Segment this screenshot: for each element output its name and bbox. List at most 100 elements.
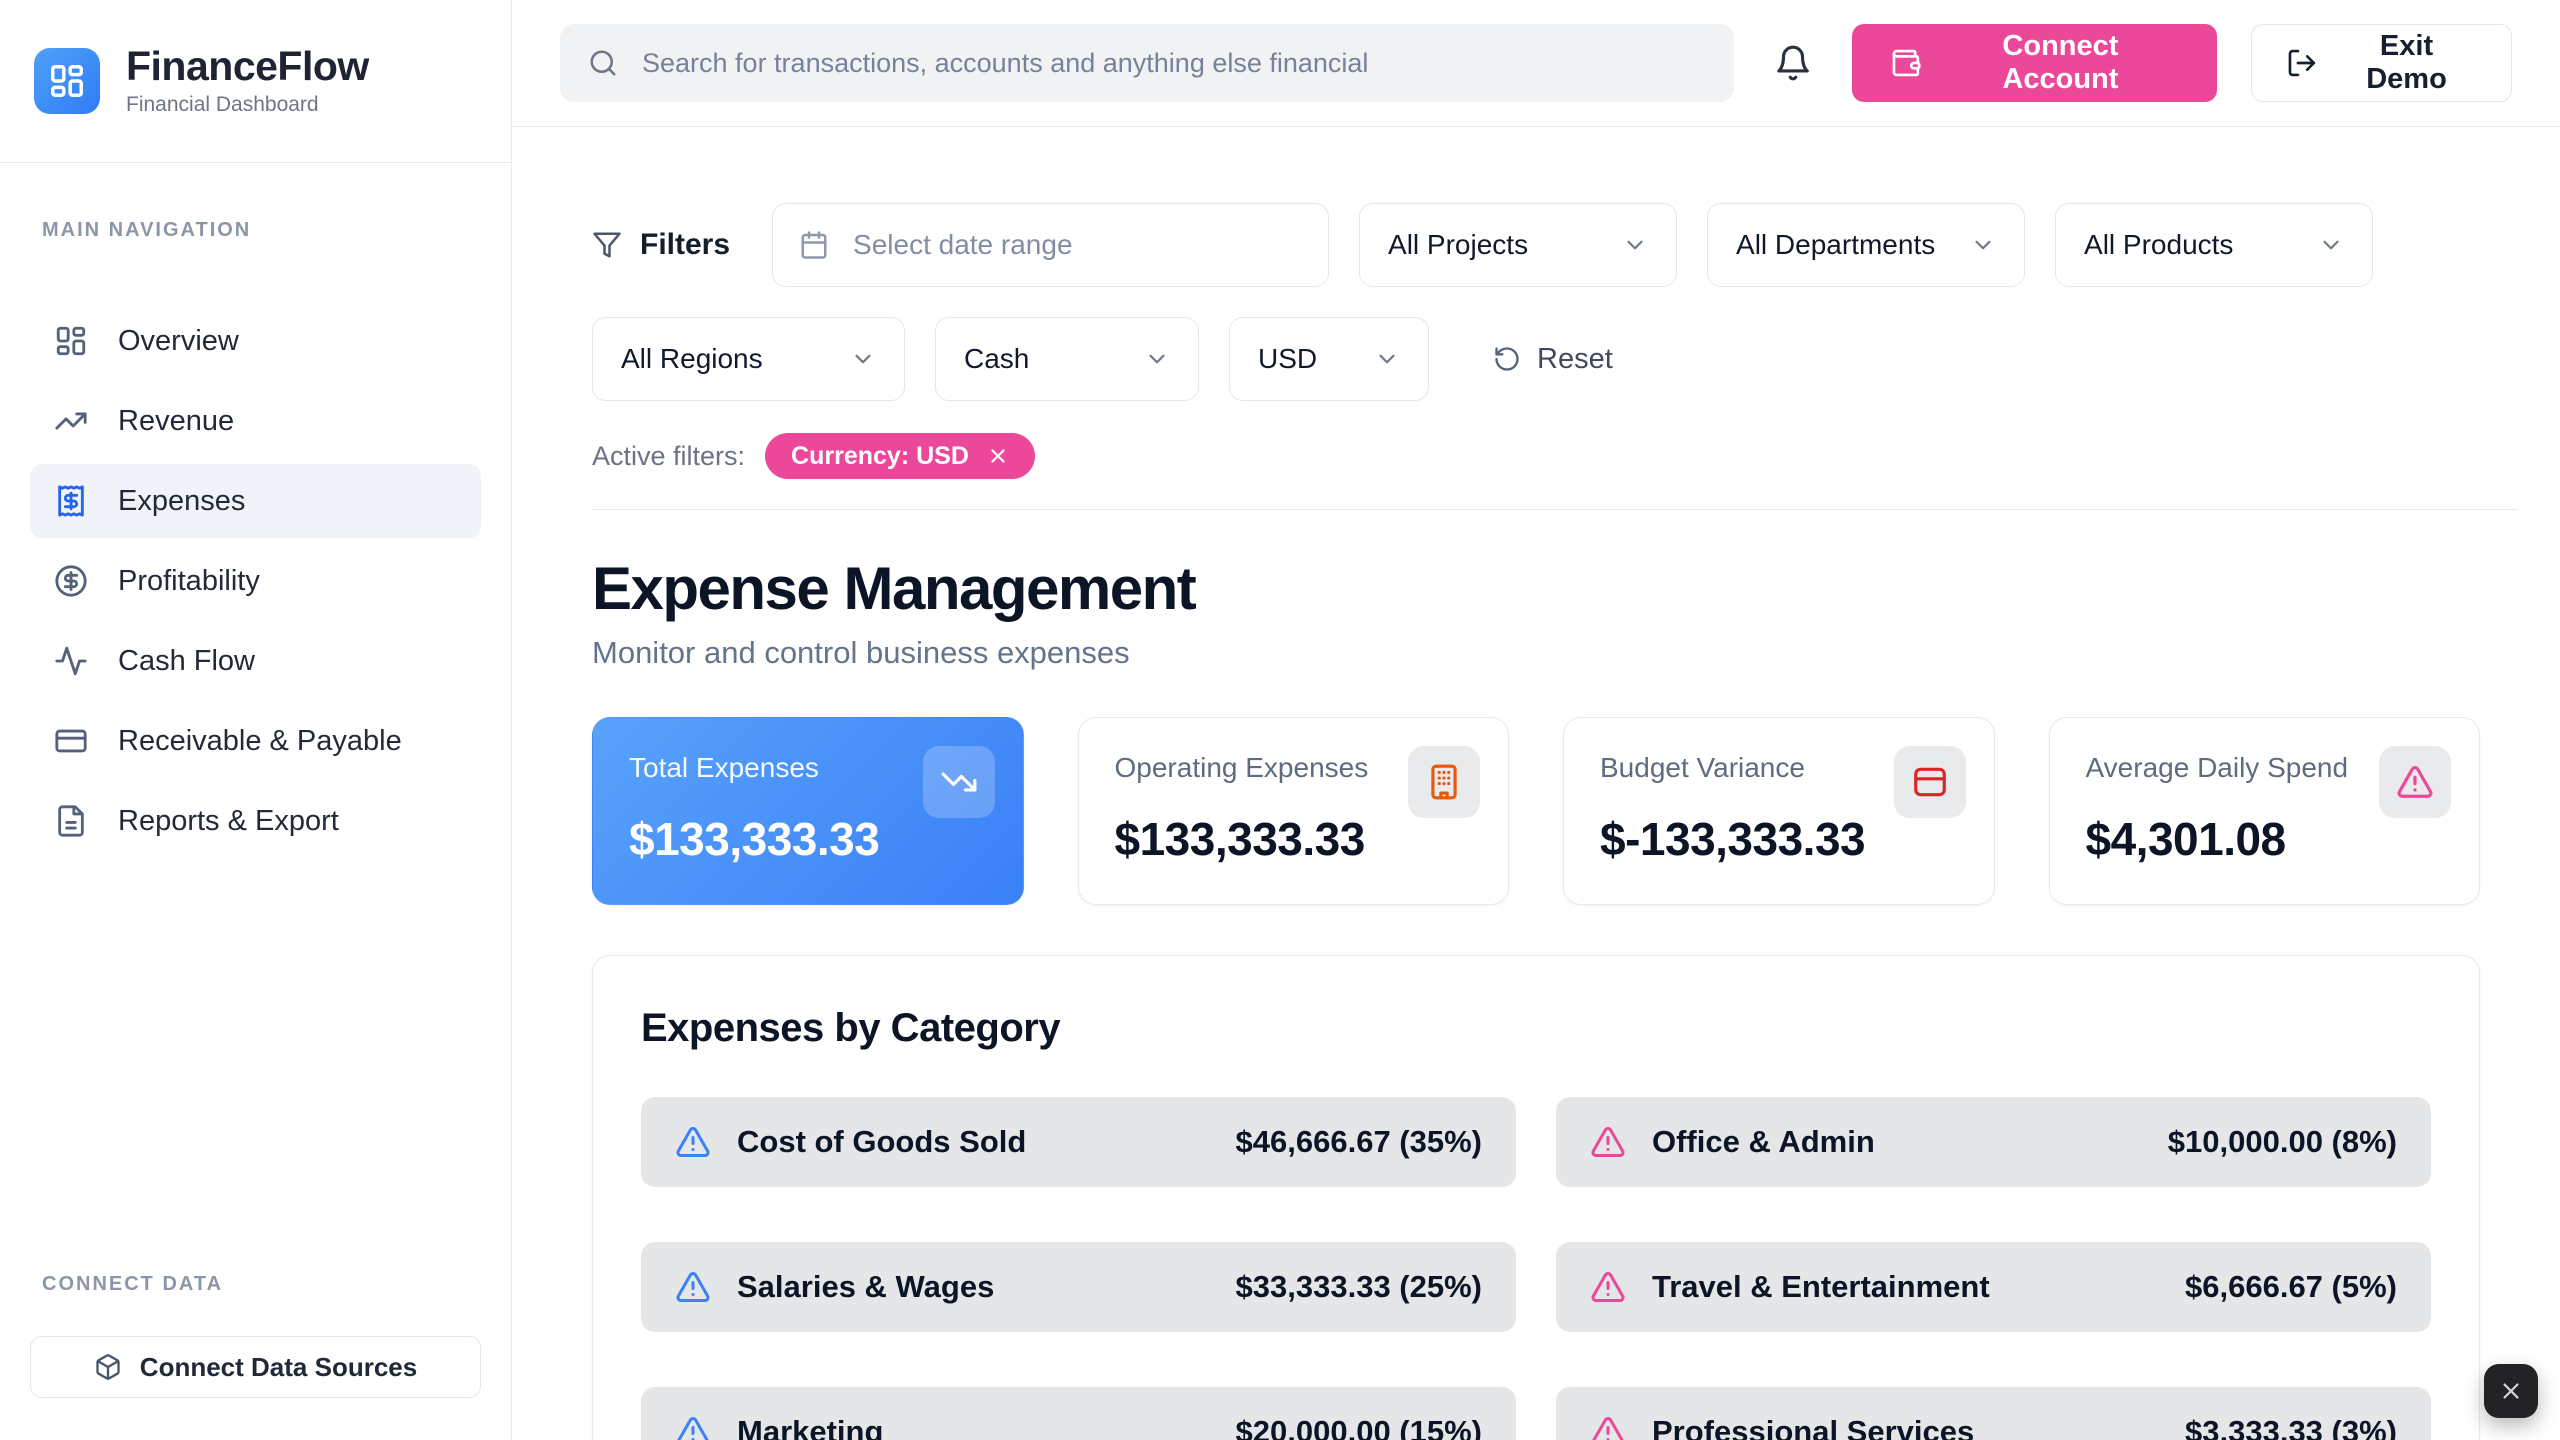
- close-icon: [2498, 1378, 2524, 1404]
- date-range-field[interactable]: [772, 203, 1329, 287]
- projects-select[interactable]: All Projects: [1359, 203, 1677, 287]
- category-name: Professional Services: [1652, 1414, 2159, 1440]
- stat-card-budget-variance: Budget Variance $-133,333.33: [1563, 717, 1995, 905]
- category-value: $6,666.67 (5%): [2185, 1269, 2397, 1305]
- currency-select[interactable]: USD: [1229, 317, 1429, 401]
- category-name: Marketing: [737, 1414, 1210, 1440]
- category-section-title: Expenses by Category: [641, 1006, 2431, 1051]
- chevron-down-icon: [1970, 232, 1996, 258]
- connect-data-sources-button[interactable]: Connect Data Sources: [30, 1336, 481, 1398]
- search-input[interactable]: [640, 47, 1706, 80]
- main-navigation: MAIN NAVIGATION Overview Revenue Expense…: [0, 163, 511, 1273]
- reset-filters-button[interactable]: Reset: [1487, 342, 1619, 377]
- category-row-salaries-wages: Salaries & Wages $33,333.33 (25%): [641, 1242, 1516, 1332]
- cube-icon: [94, 1353, 122, 1381]
- category-row-cost-of-goods-sold: Cost of Goods Sold $46,666.67 (35%): [641, 1097, 1516, 1187]
- date-range-input[interactable]: [851, 228, 1302, 262]
- main-column: Connect Account Exit Demo Filters All: [512, 0, 2560, 1440]
- stats-grid: Total Expenses $133,333.33 Operating Exp…: [592, 717, 2480, 905]
- stat-icon-box: [923, 746, 995, 818]
- section-divider: [592, 509, 2518, 510]
- alert-triangle-icon: [2396, 763, 2434, 801]
- connect-account-label: Connect Account: [1942, 30, 2180, 96]
- departments-select[interactable]: All Departments: [1707, 203, 2025, 287]
- category-name: Cost of Goods Sold: [737, 1124, 1210, 1160]
- global-search[interactable]: [560, 24, 1734, 102]
- sidebar-item-label: Cash Flow: [118, 645, 255, 678]
- active-filter-chip[interactable]: Currency: USD: [765, 433, 1035, 479]
- floating-close-button[interactable]: [2484, 1364, 2538, 1418]
- sidebar-item-profitability[interactable]: Profitability: [30, 544, 481, 618]
- stat-icon-box: [2379, 746, 2451, 818]
- stat-value: $133,333.33: [629, 812, 987, 866]
- category-grid: Cost of Goods Sold $46,666.67 (35%) Offi…: [641, 1097, 2431, 1440]
- products-select[interactable]: All Products: [2055, 203, 2373, 287]
- rotate-ccw-icon: [1493, 345, 1521, 373]
- calendar-icon: [799, 230, 829, 260]
- regions-select[interactable]: All Regions: [592, 317, 905, 401]
- stat-card-total-expenses: Total Expenses $133,333.33: [592, 717, 1024, 905]
- active-filter-chip-label: Currency: USD: [791, 442, 969, 471]
- sidebar-item-label: Reports & Export: [118, 805, 339, 838]
- file-text-icon: [54, 804, 88, 838]
- category-value: $10,000.00 (8%): [2168, 1124, 2397, 1160]
- trending-up-icon: [54, 404, 88, 438]
- funnel-icon: [592, 230, 622, 260]
- sidebar-item-label: Profitability: [118, 565, 260, 598]
- connect-section-label: CONNECT DATA: [30, 1273, 481, 1296]
- bell-icon: [1774, 44, 1812, 82]
- chevron-down-icon: [1374, 346, 1400, 372]
- app-logo: [34, 48, 100, 114]
- sidebar-item-revenue[interactable]: Revenue: [30, 384, 481, 458]
- page-subtitle: Monitor and control business expenses: [592, 635, 2480, 671]
- notifications-button[interactable]: [1768, 38, 1818, 88]
- brand-text: FinanceFlow Financial Dashboard: [126, 45, 369, 116]
- topbar: Connect Account Exit Demo: [512, 0, 2560, 127]
- alert-triangle-icon: [1590, 1124, 1626, 1160]
- sidebar-item-receivable-payable[interactable]: Receivable & Payable: [30, 704, 481, 778]
- app-root: FinanceFlow Financial Dashboard MAIN NAV…: [0, 0, 2560, 1440]
- filters-row-2: All Regions Cash USD Reset: [592, 317, 2480, 401]
- sidebar-item-reports-export[interactable]: Reports & Export: [30, 784, 481, 858]
- category-row-marketing: Marketing $20,000.00 (15%): [641, 1387, 1516, 1440]
- expenses-by-category-card: Expenses by Category Cost of Goods Sold …: [592, 955, 2480, 1440]
- building-icon: [1425, 763, 1463, 801]
- payment-method-select[interactable]: Cash: [935, 317, 1199, 401]
- log-out-icon: [2286, 47, 2318, 79]
- category-name: Salaries & Wages: [737, 1269, 1210, 1305]
- dashboard-icon: [54, 324, 88, 358]
- category-value: $3,333.33 (3%): [2185, 1414, 2397, 1440]
- category-name: Office & Admin: [1652, 1124, 2142, 1160]
- category-row-travel-entertainment: Travel & Entertainment $6,666.67 (5%): [1556, 1242, 2431, 1332]
- credit-card-icon: [1911, 763, 1949, 801]
- sidebar-item-label: Revenue: [118, 405, 234, 438]
- filters-label: Filters: [592, 228, 730, 262]
- category-value: $20,000.00 (15%): [1236, 1414, 1482, 1440]
- sidebar-item-label: Overview: [118, 325, 239, 358]
- chevron-down-icon: [850, 346, 876, 372]
- exit-demo-label: Exit Demo: [2336, 30, 2477, 96]
- alert-triangle-icon: [1590, 1269, 1626, 1305]
- sidebar: FinanceFlow Financial Dashboard MAIN NAV…: [0, 0, 512, 1440]
- search-icon: [588, 48, 618, 78]
- chevron-down-icon: [1144, 346, 1170, 372]
- sidebar-item-overview[interactable]: Overview: [30, 304, 481, 378]
- filters-row-1: Filters All Projects All Departments All…: [592, 203, 2480, 287]
- content: Filters All Projects All Departments All…: [512, 127, 2560, 1440]
- connect-account-button[interactable]: Connect Account: [1852, 24, 2217, 102]
- chevron-down-icon: [2318, 232, 2344, 258]
- dollar-circle-icon: [54, 564, 88, 598]
- credit-card-icon: [54, 724, 88, 758]
- sidebar-item-expenses[interactable]: Expenses: [30, 464, 481, 538]
- nav-section-label: MAIN NAVIGATION: [30, 219, 481, 242]
- stat-card-average-daily-spend: Average Daily Spend $4,301.08: [2049, 717, 2481, 905]
- stat-value: $-133,333.33: [1600, 812, 1958, 866]
- category-row-office-admin: Office & Admin $10,000.00 (8%): [1556, 1097, 2431, 1187]
- exit-demo-button[interactable]: Exit Demo: [2251, 24, 2512, 102]
- stat-icon-box: [1894, 746, 1966, 818]
- close-icon[interactable]: [987, 445, 1009, 467]
- sidebar-item-cash-flow[interactable]: Cash Flow: [30, 624, 481, 698]
- app-title: FinanceFlow: [126, 45, 369, 88]
- category-row-professional-services: Professional Services $3,333.33 (3%): [1556, 1387, 2431, 1440]
- active-filters-row: Active filters: Currency: USD: [592, 433, 2480, 479]
